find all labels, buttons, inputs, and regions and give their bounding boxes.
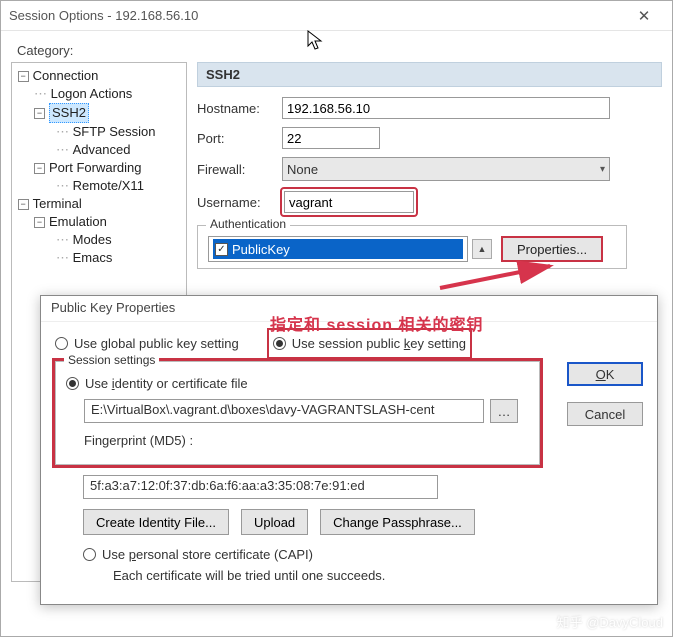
browse-button[interactable]: … [490,399,518,423]
fingerprint-label: Fingerprint (MD5) : [84,433,529,448]
upload-button[interactable]: Upload [241,509,308,535]
radio-icon [66,377,79,390]
session-legend: Session settings [64,353,159,367]
properties-button[interactable]: Properties... [502,237,602,261]
create-identity-button[interactable]: Create Identity File... [83,509,229,535]
tree-sftp-session[interactable]: ⋯ SFTP Session [14,123,184,141]
section-header: SSH2 [197,62,662,87]
tree-connection[interactable]: −Connection [14,67,184,85]
change-passphrase-button[interactable]: Change Passphrase... [320,509,475,535]
authentication-group: Authentication ✓ PublicKey ▲ Properties.… [197,225,627,269]
tree-modes[interactable]: ⋯ Modes [14,231,184,249]
public-key-properties-dialog: Public Key Properties Use global public … [40,295,658,605]
radio-icon [83,548,96,561]
port-label: Port: [197,131,282,146]
tree-remote-x11[interactable]: ⋯ Remote/X11 [14,177,184,195]
chevron-down-icon: ▾ [600,164,605,175]
username-label: Username: [197,195,282,210]
tree-logon-actions[interactable]: ⋯ Logon Actions [14,85,184,103]
move-up-button[interactable]: ▲ [472,239,492,259]
auth-legend: Authentication [206,217,290,231]
tree-terminal[interactable]: −Terminal [14,195,184,213]
radio-icon [273,337,286,350]
checkbox-icon[interactable]: ✓ [215,243,228,256]
hostname-input[interactable] [282,97,610,119]
session-settings-group: Session settings Use identity or certifi… [55,361,540,465]
port-input[interactable] [282,127,380,149]
window-title: Session Options - 192.168.56.10 [9,8,624,23]
hostname-label: Hostname: [197,101,282,116]
titlebar: Session Options - 192.168.56.10 ✕ [1,1,672,31]
tree-emulation[interactable]: −Emulation [14,213,184,231]
radio-capi[interactable]: Use personal store certificate (CAPI) [83,547,643,562]
username-input[interactable] [284,191,414,213]
tree-emacs[interactable]: ⋯ Emacs [14,249,184,267]
auth-method-list[interactable]: ✓ PublicKey [208,236,468,262]
radio-global[interactable]: Use global public key setting [55,336,239,351]
category-label: Category: [17,43,672,58]
tree-advanced[interactable]: ⋯ Advanced [14,141,184,159]
firewall-label: Firewall: [197,162,282,177]
capi-note: Each certificate will be tried until one… [113,568,643,583]
close-icon[interactable]: ✕ [624,2,664,30]
annotation-text: 指定和 session 相关的密钥 [270,311,483,335]
ok-button[interactable]: OK [567,362,643,386]
watermark: 知乎 @DavyCloud [557,612,663,631]
cancel-button[interactable]: Cancel [567,402,643,426]
tree-ssh2[interactable]: −SSH2 [14,103,184,123]
radio-icon [55,337,68,350]
radio-session[interactable]: Use session public key setting [273,336,466,351]
tree-port-forwarding[interactable]: −Port Forwarding [14,159,184,177]
fingerprint-value[interactable]: 5f:a3:a7:12:0f:37:db:6a:f6:aa:a3:35:08:7… [83,475,438,499]
identity-path-input[interactable]: E:\VirtualBox\.vagrant.d\boxes\davy-VAGR… [84,399,484,423]
firewall-select[interactable]: None ▾ [282,157,610,181]
radio-identity-file[interactable]: Use identity or certificate file [66,376,529,391]
